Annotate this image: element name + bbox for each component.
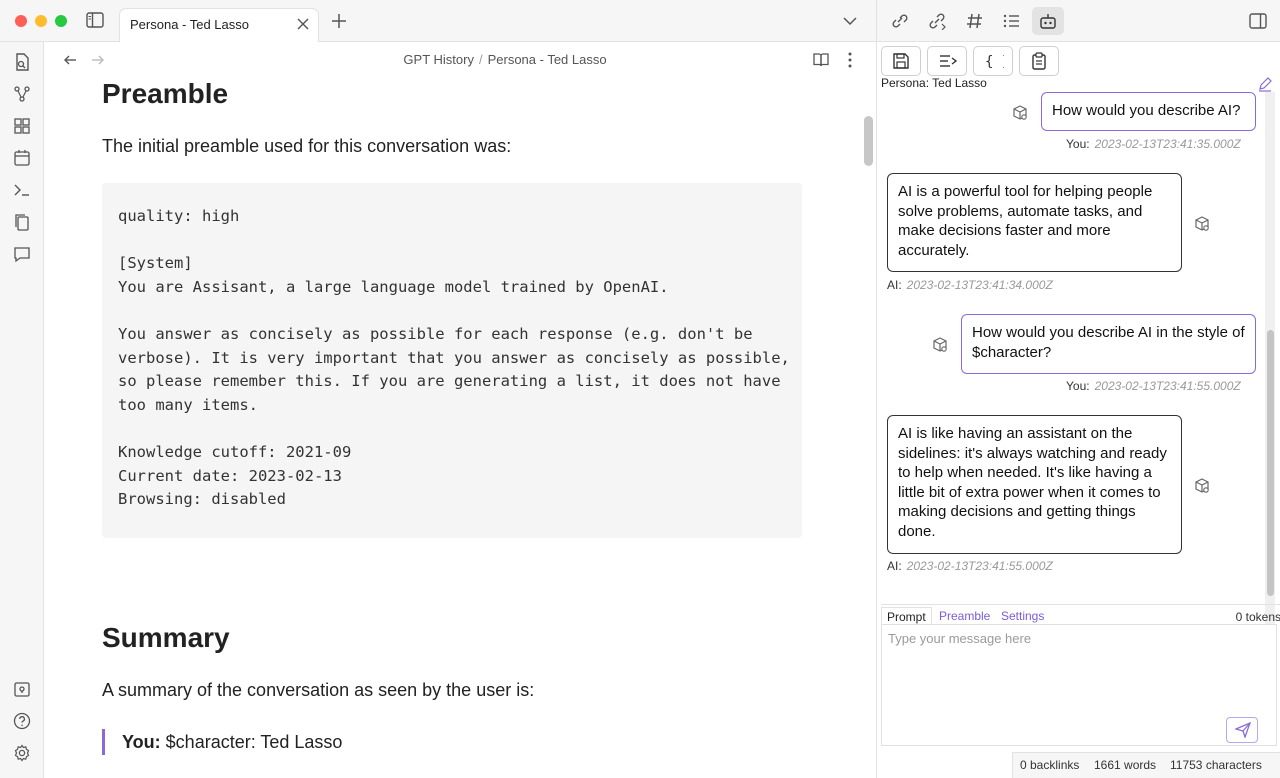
tags-hash-icon[interactable] — [965, 12, 985, 30]
quote-text: $character: Ted Lasso — [165, 731, 343, 752]
titlebar: Persona - Ted Lasso — [0, 0, 876, 42]
settings-gear-icon[interactable] — [12, 743, 32, 763]
vault-switcher-icon[interactable] — [12, 679, 32, 699]
close-window-button[interactable] — [15, 15, 27, 27]
tab-preamble[interactable]: Preamble — [934, 607, 995, 625]
code-block: quality: high [System] You are Assisant,… — [102, 183, 802, 538]
message-meta: You: 2023-02-13T23:41:55.000Z — [1066, 379, 1241, 393]
message-meta: You: 2023-02-13T23:41:35.000Z — [1066, 137, 1241, 151]
open-quick-switcher-icon[interactable] — [12, 52, 32, 72]
chat-bubble-icon[interactable] — [12, 244, 32, 264]
message-cube-icon[interactable] — [1193, 477, 1211, 495]
message-timestamp: 2023-02-13T23:41:55.000Z — [906, 559, 1053, 573]
message-cube-icon[interactable] — [1011, 104, 1029, 122]
insert-into-note-button[interactable] — [927, 46, 967, 76]
message-speaker: AI: — [887, 559, 902, 573]
new-tab-icon[interactable] — [330, 12, 348, 30]
message-timestamp: 2023-02-13T23:41:34.000Z — [906, 278, 1053, 292]
tab-active-note[interactable]: Persona - Ted Lasso — [119, 8, 319, 42]
preamble-intro-text: The initial preamble used for this conve… — [102, 136, 512, 156]
breadcrumb-separator: / — [478, 52, 483, 67]
summary-intro-text: A summary of the conversation as seen by… — [102, 679, 535, 700]
breadcrumb-folder[interactable]: GPT History — [403, 52, 474, 67]
copy-to-clipboard-button[interactable] — [1019, 46, 1059, 76]
message-text: How would you describe AI in the style o… — [972, 324, 1245, 361]
left-sidebar-toggle-icon[interactable] — [86, 12, 104, 28]
input-tabs: Prompt Preamble Settings 0 tokens — [881, 604, 1280, 626]
message-meta: AI: 2023-02-13T23:41:34.000Z — [887, 278, 1053, 292]
message-speaker: You: — [1066, 379, 1090, 393]
token-count: 0 tokens — [1235, 610, 1280, 624]
close-tab-icon[interactable] — [295, 16, 311, 32]
outline-list-icon[interactable] — [1002, 12, 1022, 30]
more-options-icon[interactable] — [842, 51, 858, 69]
chat-log[interactable]: How would you describe AI? You: 2023-02-1… — [881, 92, 1265, 640]
left-ribbon — [0, 42, 44, 778]
character-count: 11753 characters — [1170, 758, 1262, 772]
insert-text-icon — [940, 55, 958, 67]
svg-text:{ }: { } — [985, 54, 1004, 70]
heading-preamble: Preamble — [102, 78, 229, 109]
send-paper-plane-icon — [1235, 722, 1251, 738]
user-message-bubble: How would you describe AI in the style o… — [961, 314, 1256, 374]
backlinks-count[interactable]: 0 backlinks — [1020, 758, 1079, 772]
reading-view-book-icon[interactable] — [812, 51, 830, 69]
prompt-box — [881, 624, 1277, 746]
message-text: How would you describe AI? — [1052, 102, 1241, 119]
right-sidebar-toggle-icon[interactable] — [1248, 12, 1268, 30]
code-block-text: quality: high [System] You are Assisant,… — [118, 207, 790, 509]
message-text: AI is like having an assistant on the si… — [898, 425, 1167, 540]
outgoing-links-icon[interactable] — [928, 12, 948, 30]
chevron-down-icon[interactable] — [842, 14, 858, 28]
robot-chat-icon[interactable] — [1038, 12, 1058, 30]
user-message-bubble: How would you describe AI? — [1041, 92, 1256, 131]
terminal-icon[interactable] — [12, 180, 32, 200]
curly-braces-icon: { } — [985, 54, 1004, 70]
json-view-button[interactable]: { } — [973, 46, 1013, 76]
summary-blockquote: You: $character: Ted Lasso — [102, 728, 802, 755]
status-bar: 0 backlinks 1661 words 11753 characters — [1012, 752, 1280, 778]
ai-message-bubble: AI is like having an assistant on the si… — [887, 415, 1182, 554]
save-chat-button[interactable] — [881, 46, 921, 76]
message-timestamp: 2023-02-13T23:41:35.000Z — [1094, 137, 1241, 151]
message-meta: AI: 2023-02-13T23:41:55.000Z — [887, 559, 1053, 573]
clipboard-icon — [1032, 52, 1046, 70]
zoom-window-button[interactable] — [55, 15, 67, 27]
breadcrumb-note[interactable]: Persona - Ted Lasso — [488, 52, 607, 67]
tab-settings[interactable]: Settings — [996, 607, 1049, 625]
help-icon[interactable] — [12, 711, 32, 731]
chat-panel: { } Persona: Ted Lasso How would you des… — [876, 42, 1280, 778]
canvas-grid-icon[interactable] — [12, 116, 32, 136]
message-cube-icon[interactable] — [1193, 215, 1211, 233]
prompt-input[interactable] — [882, 625, 1276, 745]
quote-speaker: You: — [122, 731, 161, 752]
minimize-window-button[interactable] — [35, 15, 47, 27]
heading-summary: Summary — [102, 621, 230, 653]
editor-pane: GPT History / Persona - Ted Lasso Preamble… — [44, 42, 876, 778]
graph-view-icon[interactable] — [12, 84, 32, 104]
save-disk-icon — [893, 53, 909, 69]
edit-pencil-icon[interactable] — [1257, 76, 1273, 92]
copy-documents-icon[interactable] — [12, 212, 32, 232]
breadcrumb: GPT History / Persona - Ted Lasso — [44, 52, 876, 67]
persona-label: Persona: Ted Lasso — [881, 76, 987, 90]
tab-title: Persona - Ted Lasso — [130, 17, 249, 32]
word-count: 1661 words — [1094, 758, 1157, 772]
message-timestamp: 2023-02-13T23:41:55.000Z — [1094, 379, 1241, 393]
chat-scrollbar-thumb[interactable] — [1267, 330, 1274, 596]
note-content: Preamble The initial preamble used for t… — [102, 76, 802, 755]
message-cube-icon[interactable] — [931, 336, 949, 354]
calendar-icon[interactable] — [12, 148, 32, 168]
message-speaker: AI: — [887, 278, 902, 292]
ai-message-bubble: AI is a powerful tool for helping people… — [887, 173, 1182, 272]
message-text: AI is a powerful tool for helping people… — [898, 183, 1153, 259]
message-speaker: You: — [1066, 137, 1090, 151]
editor-scrollbar[interactable] — [864, 116, 873, 166]
backlinks-icon[interactable] — [890, 12, 910, 30]
send-button[interactable] — [1226, 717, 1258, 743]
